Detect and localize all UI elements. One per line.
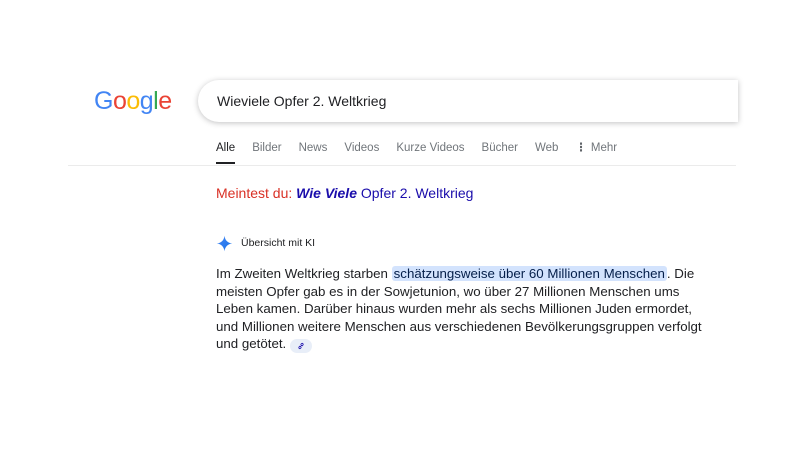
tab-kurze-videos[interactable]: Kurze Videos [396, 140, 464, 164]
tab-more-label: Mehr [590, 142, 618, 154]
tabs-divider [68, 165, 736, 166]
ai-text-highlight[interactable]: schätzungsweise über 60 Millionen Mensch… [391, 266, 667, 281]
logo-letter: G [94, 87, 113, 115]
logo-letter: o [112, 87, 127, 115]
search-input[interactable] [217, 80, 717, 122]
tab-more[interactable]: ⋮ Mehr [575, 140, 617, 164]
tab-videos[interactable]: Videos [344, 140, 379, 164]
corrected-rest: Opfer 2. Weltkrieg [360, 185, 474, 201]
more-vert-icon: ⋮ [575, 142, 587, 154]
did-you-mean-link[interactable]: Wie Viele Opfer 2. Weltkrieg [296, 185, 473, 201]
ai-overview-title: Übersicht mit KI [241, 237, 316, 249]
sparkle-icon [216, 235, 233, 251]
tab-buecher[interactable]: Bücher [482, 140, 518, 164]
search-box[interactable] [198, 80, 738, 122]
google-logo[interactable]: Google [94, 86, 172, 116]
source-link-button[interactable] [290, 339, 313, 353]
search-tabs: Alle Bilder News Videos Kurze Videos Büc… [216, 140, 634, 164]
link-icon [298, 342, 304, 350]
tab-bilder[interactable]: Bilder [252, 140, 281, 164]
corrected-words: Wie Viele [296, 185, 357, 201]
did-you-mean-label: Meintest du: [216, 185, 293, 201]
tab-news[interactable]: News [299, 140, 328, 164]
ai-overview-header: Übersicht mit KI [216, 234, 315, 252]
logo-letter: o [126, 87, 140, 115]
ai-text-before: Im Zweiten Weltkrieg starben [216, 266, 388, 281]
logo-letter: e [158, 87, 172, 115]
did-you-mean: Meintest du: Wie Viele Opfer 2. Weltkrie… [216, 184, 473, 202]
tab-web[interactable]: Web [535, 140, 558, 164]
logo-letter: g [139, 87, 154, 115]
tab-alle[interactable]: Alle [216, 140, 236, 164]
ai-overview-text: Im Zweiten Weltkrieg starben schätzungsw… [216, 265, 716, 353]
